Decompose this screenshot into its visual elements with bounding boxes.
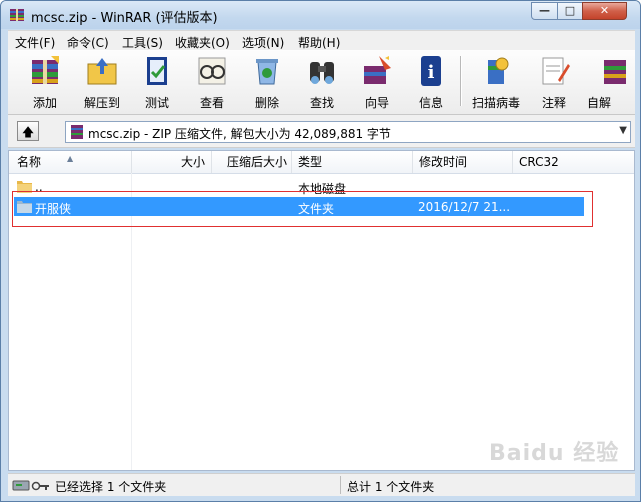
column-size[interactable]: 大小: [132, 151, 212, 173]
svg-text:i: i: [428, 62, 435, 83]
close-button[interactable]: ✕: [582, 2, 627, 20]
toolbar: 添加 解压到 测试 查看 删除 查找 向导 i 信息 扫描病毒 注释 自解: [8, 50, 635, 115]
baidu-watermark: Baidu 经验: [489, 441, 620, 466]
extract-to-label: 解压到: [83, 96, 120, 110]
menu-file[interactable]: 文件(F): [15, 34, 55, 51]
binoculars-icon: [310, 62, 334, 84]
up-arrow-icon: 🡅: [21, 125, 35, 139]
scan-virus-label: 扫描病毒: [471, 96, 520, 110]
maximize-icon: □: [564, 4, 576, 17]
extract-to-button[interactable]: 解压到: [77, 50, 127, 114]
window-title: mcsc.zip - WinRAR (评估版本): [31, 11, 218, 26]
winrar-window: mcsc.zip - WinRAR (评估版本) — □ ✕ 文件(F) 命令(…: [0, 0, 641, 502]
info-icon: i: [421, 56, 441, 86]
address-dropdown-icon[interactable]: ▼: [619, 125, 627, 136]
scan-virus-icon: [488, 57, 509, 84]
file-list[interactable]: 名称 ▲ 大小 压缩后大小 类型 修改时间 CRC32 .. 本地磁盘 开服侠 …: [8, 150, 635, 471]
delete-label: 删除: [254, 96, 279, 110]
scan-virus-button[interactable]: 扫描病毒: [471, 50, 521, 114]
menu-help[interactable]: 帮助(H): [298, 34, 340, 51]
sfx-icon: [604, 60, 626, 84]
minimize-button[interactable]: —: [531, 2, 558, 20]
status-divider: [340, 476, 341, 494]
view-label: 查看: [199, 96, 224, 110]
menu-favorites[interactable]: 收藏夹(O): [175, 34, 230, 51]
status-bar: 已经选择 1 个文件夹 总计 1 个文件夹: [8, 473, 635, 496]
column-type[interactable]: 类型: [292, 151, 413, 173]
address-field[interactable]: mcsc.zip - ZIP 压缩文件, 解包大小为 42,089,881 字节…: [65, 121, 631, 143]
test-label: 测试: [144, 96, 169, 110]
up-one-level-button[interactable]: 🡅: [17, 121, 39, 141]
info-button[interactable]: i 信息: [406, 50, 456, 114]
view-glasses-icon: [198, 57, 226, 85]
view-button[interactable]: 查看: [187, 50, 237, 114]
find-button[interactable]: 查找: [297, 50, 347, 114]
toolbar-separator: [460, 56, 462, 106]
column-modified-label: 修改时间: [419, 155, 468, 169]
menu-commands[interactable]: 命令(C): [67, 34, 109, 51]
total-status: 总计 1 个文件夹: [347, 480, 435, 494]
test-icon: [147, 57, 167, 85]
menu-bar: 文件(F) 命令(C) 工具(S) 收藏夹(O) 选项(N) 帮助(H): [8, 30, 635, 51]
column-modified[interactable]: 修改时间: [413, 151, 513, 173]
wizard-label: 向导: [364, 96, 389, 110]
column-type-label: 类型: [298, 155, 323, 169]
maximize-button[interactable]: □: [557, 2, 583, 20]
column-packed-size[interactable]: 压缩后大小: [212, 151, 292, 173]
sfx-label: 自解: [587, 96, 612, 110]
column-name[interactable]: 名称 ▲: [9, 151, 132, 173]
column-size-label: 大小: [180, 155, 205, 169]
add-archive-icon: [32, 56, 59, 84]
column-crc32[interactable]: CRC32: [513, 151, 634, 173]
address-bar: 🡅 mcsc.zip - ZIP 压缩文件, 解包大小为 42,089,881 …: [8, 115, 635, 148]
recycle-bin-icon: [256, 59, 278, 85]
add-button[interactable]: 添加: [20, 50, 70, 114]
column-name-label: 名称: [17, 155, 42, 169]
column-header-row: 名称 ▲ 大小 压缩后大小 类型 修改时间 CRC32: [9, 151, 634, 174]
info-label: 信息: [418, 96, 443, 110]
close-icon: ✕: [599, 4, 610, 17]
minimize-icon: —: [539, 4, 550, 17]
menu-options[interactable]: 选项(N): [242, 34, 284, 51]
annotation-highlight-box: [12, 191, 593, 227]
comment-label: 注释: [541, 96, 566, 110]
test-button[interactable]: 测试: [132, 50, 182, 114]
column-crc32-label: CRC32: [519, 155, 559, 169]
address-path: mcsc.zip - ZIP 压缩文件, 解包大小为 42,089,881 字节: [88, 127, 391, 141]
add-label: 添加: [32, 96, 57, 110]
selection-status: 已经选择 1 个文件夹: [55, 480, 167, 494]
column-packed-size-label: 压缩后大小: [226, 155, 287, 169]
sort-ascending-icon: ▲: [67, 154, 74, 163]
find-label: 查找: [309, 96, 334, 110]
wizard-icon: [364, 56, 391, 84]
wizard-button[interactable]: 向导: [352, 50, 402, 114]
sfx-button[interactable]: 自解: [585, 50, 635, 114]
comment-button[interactable]: 注释: [529, 50, 579, 114]
menu-tools[interactable]: 工具(S): [122, 34, 163, 51]
title-bar[interactable]: mcsc.zip - WinRAR (评估版本) — □ ✕: [1, 1, 640, 29]
zip-archive-icon: [71, 125, 83, 139]
comment-icon: [542, 57, 570, 85]
delete-button[interactable]: 删除: [242, 50, 292, 114]
extract-folder-icon: [87, 58, 117, 85]
winrar-app-icon[interactable]: [9, 7, 25, 23]
drive-key-icon: [12, 480, 49, 491]
